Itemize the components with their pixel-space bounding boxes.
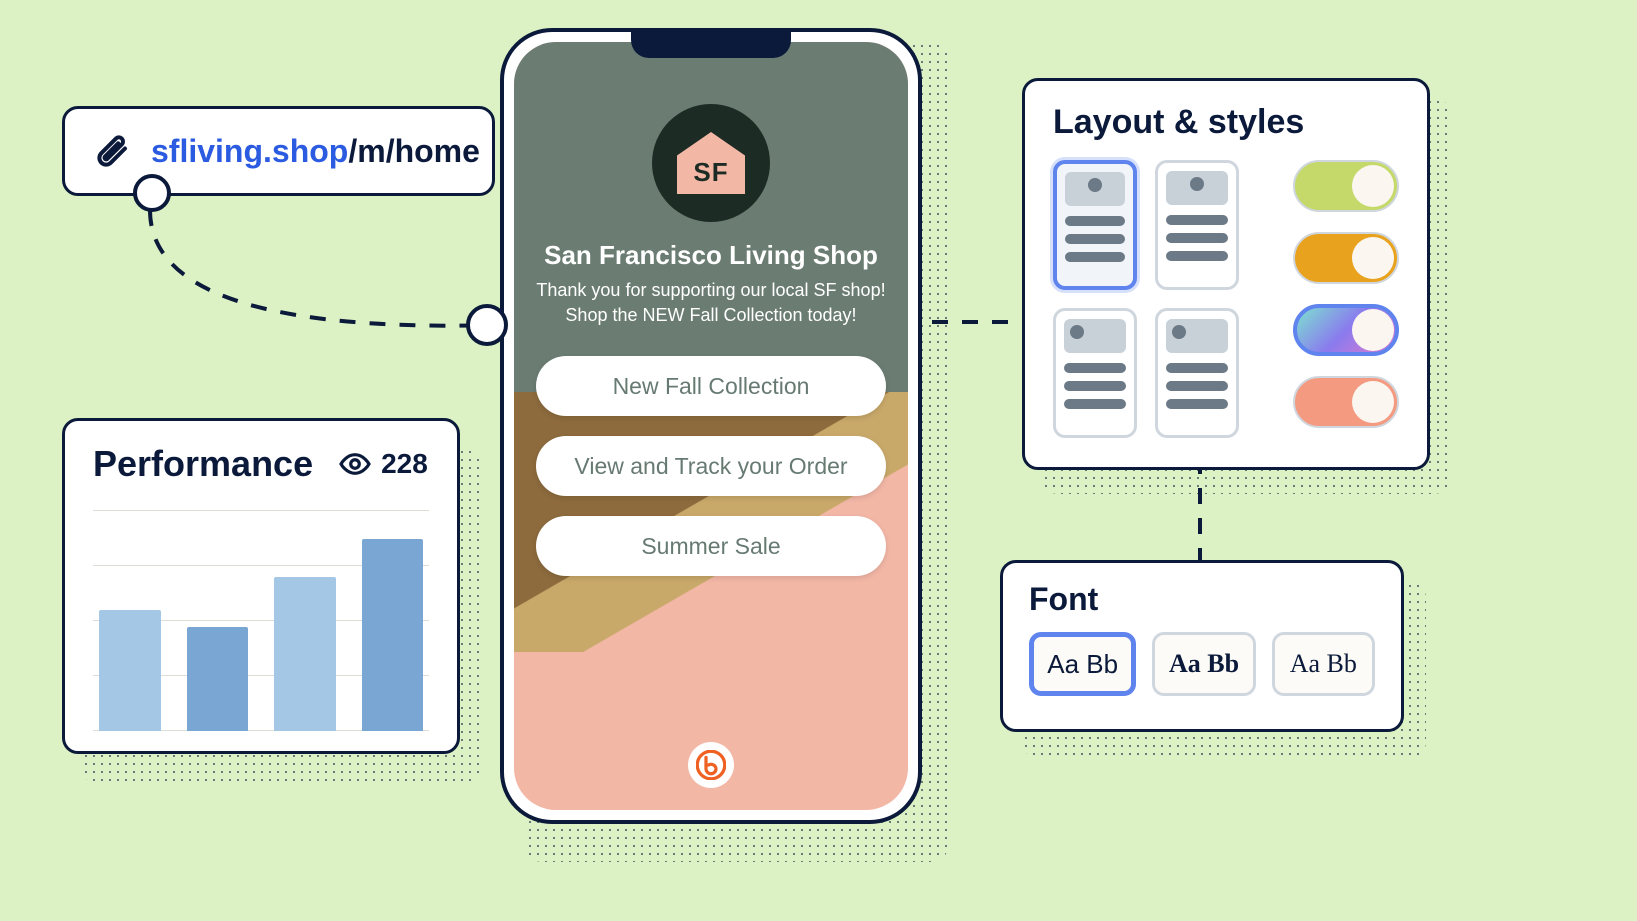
layout-options [1053, 160, 1239, 438]
url-path: /m/home [348, 133, 480, 169]
chart-bar [362, 539, 424, 732]
link-button[interactable]: View and Track your Order [536, 436, 886, 496]
connector-line [140, 200, 510, 340]
shop-logo: SF [652, 104, 770, 222]
color-toggle[interactable] [1293, 160, 1399, 212]
font-option-serif-bold[interactable]: Aa Bb [1152, 632, 1255, 696]
phone-screen: SF San Francisco Living Shop Thank you f… [514, 42, 908, 810]
logo-text: SF [693, 157, 728, 188]
connector-node-icon [466, 304, 508, 346]
bitly-badge-icon [688, 742, 734, 788]
layout-option-centered[interactable] [1053, 160, 1137, 290]
views-metric: 228 [339, 448, 428, 480]
subtitle-line: Thank you for supporting our local SF sh… [536, 280, 885, 300]
chart-bar [274, 577, 336, 731]
link-button[interactable]: Summer Sale [536, 516, 886, 576]
layout-styles-title: Layout & styles [1053, 103, 1399, 142]
color-toggle[interactable] [1293, 304, 1399, 356]
link-icon [87, 128, 133, 174]
layout-option-left-alt[interactable] [1155, 308, 1239, 438]
url-domain: sfliving.shop [151, 133, 348, 169]
performance-chart [93, 511, 429, 731]
phone-notch-icon [631, 32, 791, 58]
link-button[interactable]: New Fall Collection [536, 356, 886, 416]
connector-node-icon [133, 174, 171, 212]
shop-title: San Francisco Living Shop [514, 240, 908, 271]
hero-background [514, 42, 908, 402]
font-title: Font [1029, 581, 1375, 618]
subtitle-line: Shop the NEW Fall Collection today! [565, 305, 856, 325]
phone-preview: SF San Francisco Living Shop Thank you f… [500, 28, 922, 824]
layout-styles-panel: Layout & styles [1022, 78, 1430, 470]
url-pill: sfliving.shop/m/home [62, 106, 495, 196]
font-panel: Font Aa Bb Aa Bb Aa Bb [1000, 560, 1404, 732]
shop-subtitle: Thank you for supporting our local SF sh… [534, 278, 888, 328]
performance-panel: Performance 228 [62, 418, 460, 754]
chart-bar [99, 610, 161, 731]
performance-title: Performance [93, 443, 313, 485]
font-option-serif[interactable]: Aa Bb [1272, 632, 1375, 696]
color-toggles [1263, 160, 1399, 428]
layout-option-left[interactable] [1053, 308, 1137, 438]
color-toggle[interactable] [1293, 232, 1399, 284]
link-list: New Fall Collection View and Track your … [536, 356, 886, 576]
layout-option-centered-alt[interactable] [1155, 160, 1239, 290]
eye-icon [339, 448, 371, 480]
chart-bar [187, 627, 249, 732]
font-option-sans[interactable]: Aa Bb [1029, 632, 1136, 696]
house-icon: SF [677, 132, 745, 194]
color-toggle[interactable] [1293, 376, 1399, 428]
short-url[interactable]: sfliving.shop/m/home [151, 133, 480, 170]
views-count: 228 [381, 448, 428, 480]
